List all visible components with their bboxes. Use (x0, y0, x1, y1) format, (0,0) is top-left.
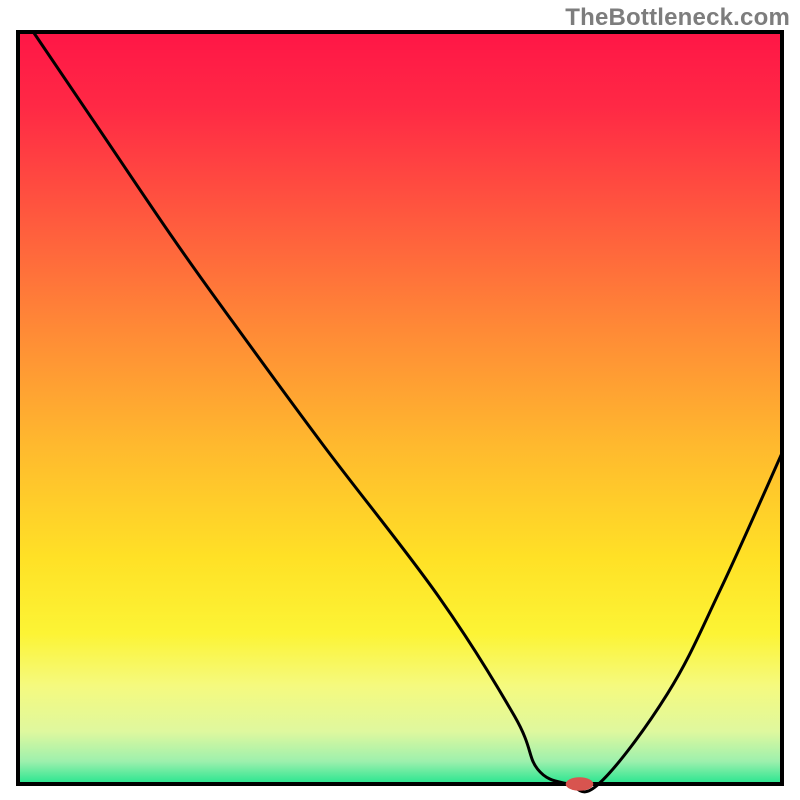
plot-background (18, 32, 782, 784)
optimum-marker (566, 777, 594, 791)
chart-svg (0, 0, 800, 800)
watermark-text: TheBottleneck.com (565, 4, 790, 32)
bottleneck-chart: TheBottleneck.com (0, 0, 800, 800)
